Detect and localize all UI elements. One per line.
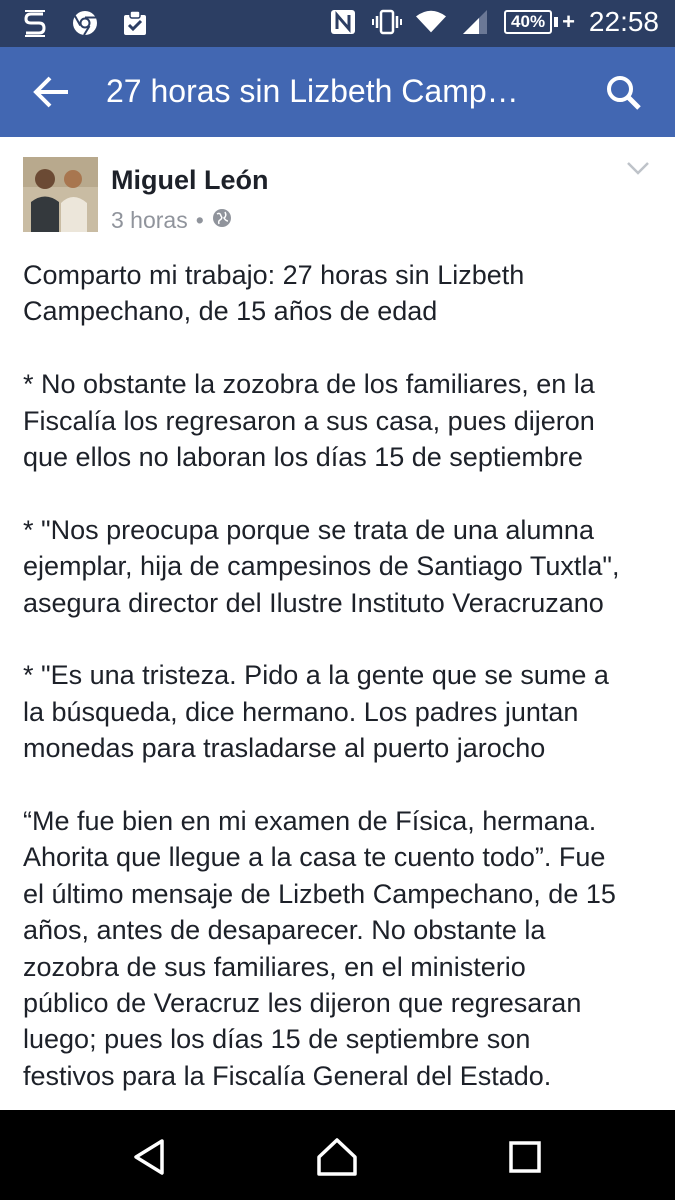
globe-icon [212,207,232,234]
back-button[interactable] [32,75,72,109]
page-title: 27 horas sin Lizbeth Camp… [106,73,519,109]
author-name[interactable]: Miguel León [111,165,269,196]
post: Miguel León 3 horas • Comparto mi trabaj… [0,137,675,1110]
home-icon [317,1138,357,1176]
post-paragraph: * No obstante la zozobra de los familiar… [23,369,595,473]
recents-icon [509,1141,541,1173]
s-notification-icon [20,8,50,38]
nav-home-button[interactable] [315,1135,359,1179]
post-paragraph: “Me fue bien en mi examen de Física, her… [23,806,616,1091]
nfc-icon [328,7,358,37]
navigation-bar [0,1110,675,1200]
triangle-back-icon [134,1139,164,1175]
chrome-icon [70,8,100,38]
clipboard-check-icon [120,8,150,38]
post-meta: 3 horas • [111,207,232,234]
post-paragraph: Comparto mi trabajo: 27 horas sin Lizbet… [23,260,525,327]
post-paragraph: * "Nos preocupa porque se trata de una a… [23,514,620,618]
wifi-icon [416,7,447,37]
search-button[interactable] [604,73,644,113]
battery-level: 40% [504,10,553,34]
back-arrow-icon [33,76,68,108]
post-body: Comparto mi trabajo: 27 horas sin Lizbet… [23,257,663,1094]
vibrate-icon [372,7,403,37]
nav-back-button[interactable] [128,1135,172,1179]
post-options-button[interactable] [624,159,652,179]
battery-indicator: 40% + [504,9,575,35]
status-bar: 40% + 22:58 [0,0,675,47]
app-bar: 27 horas sin Lizbeth Camp… [0,47,675,137]
meta-separator: • [195,207,204,233]
post-paragraph: * "Es una tristeza. Pido a la gente que … [23,660,609,764]
clock: 22:58 [588,6,659,37]
search-icon [607,76,641,110]
charging-icon: + [562,9,575,34]
avatar[interactable] [23,157,98,232]
nav-recents-button[interactable] [503,1135,547,1179]
post-time[interactable]: 3 horas [111,207,188,234]
signal-icon [460,7,490,37]
chevron-down-icon [627,162,649,175]
battery-tip [554,17,559,27]
